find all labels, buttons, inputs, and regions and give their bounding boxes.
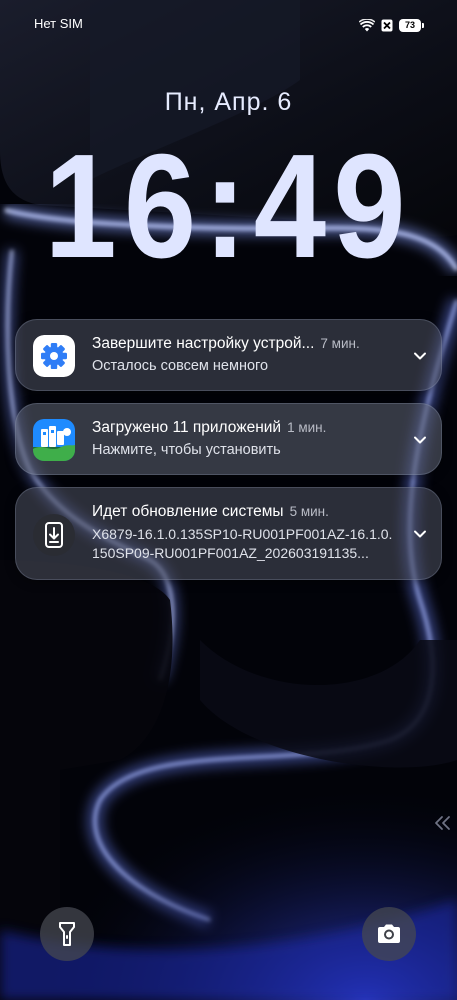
notification-title: Завершите настройку устрой... [92, 335, 315, 352]
notification-title: Идет обновление системы [92, 503, 284, 520]
battery-icon: 73 [399, 18, 424, 32]
lock-screen: Нет SIM 73 Пн, Апр. 6 16:49 Завершите на… [0, 0, 457, 1000]
no-sim-icon [381, 19, 393, 31]
chevron-down-icon[interactable] [411, 525, 429, 543]
notification-setup[interactable]: Завершите настройку устрой... 7 мин. Оста… [15, 319, 442, 391]
status-bar: Нет SIM 73 [0, 0, 457, 48]
system-update-icon [33, 514, 75, 556]
notification-body: Нажмите, чтобы установить [92, 442, 281, 458]
notification-title: Загружено 11 приложений [92, 419, 282, 436]
flashlight-button[interactable] [40, 907, 94, 961]
notification-time: 1 мин. [287, 420, 327, 435]
flashlight-icon [59, 922, 75, 946]
app-store-icon [33, 419, 75, 461]
notification-header: Завершите настройку устрой... 7 мин. [92, 333, 399, 354]
chevron-down-icon[interactable] [411, 347, 429, 365]
battery-level: 73 [404, 19, 415, 30]
settings-gear-icon [33, 335, 75, 377]
notification-header: Загружено 11 приложений 1 мин. [92, 417, 399, 438]
notification-system-update[interactable]: Идет обновление системы 5 мин. X6879-16.1… [15, 487, 442, 580]
carrier-label: Нет SIM [34, 16, 83, 31]
notification-time: 5 мин. [289, 504, 329, 519]
camera-icon [378, 924, 400, 943]
notification-body: X6879-16.1.0.135SP10-RU001PF001AZ-16.1.0… [92, 526, 393, 561]
notification-time: 7 мин. [320, 336, 360, 351]
notification-body: Осталось совсем немного [92, 358, 269, 374]
double-chevron-left-icon[interactable] [433, 813, 453, 833]
notification-apps-downloaded[interactable]: Загружено 11 приложений 1 мин. Нажмите, ч… [15, 403, 442, 475]
status-icons: 73 [359, 16, 424, 34]
notification-header: Идет обновление системы 5 мин. [92, 501, 399, 522]
chevron-down-icon[interactable] [411, 431, 429, 449]
lockscreen-clock: 16:49 [44, 124, 413, 289]
camera-button[interactable] [362, 907, 416, 961]
wifi-icon [359, 18, 375, 31]
